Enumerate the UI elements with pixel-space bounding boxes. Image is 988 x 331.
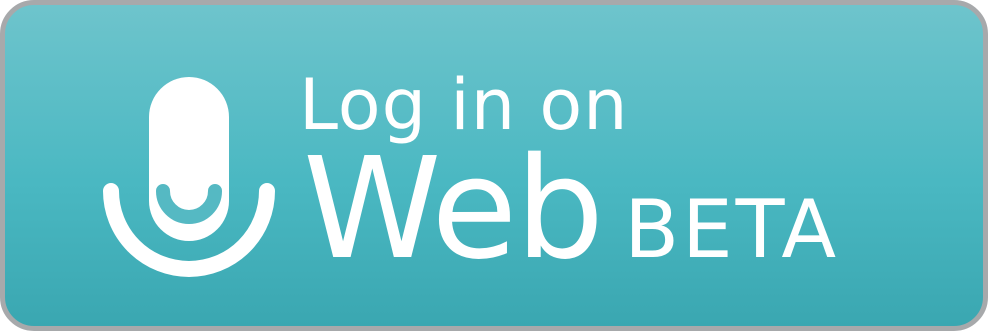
web-label: Web [303, 128, 604, 291]
button-label-line2: Web BETA [303, 135, 839, 305]
button-face: Log in on Web BETA [5, 5, 983, 326]
microphone-icon [103, 77, 275, 277]
log-in-on-web-button[interactable]: Log in on Web BETA [0, 0, 988, 331]
beta-badge: BETA [624, 183, 840, 276]
